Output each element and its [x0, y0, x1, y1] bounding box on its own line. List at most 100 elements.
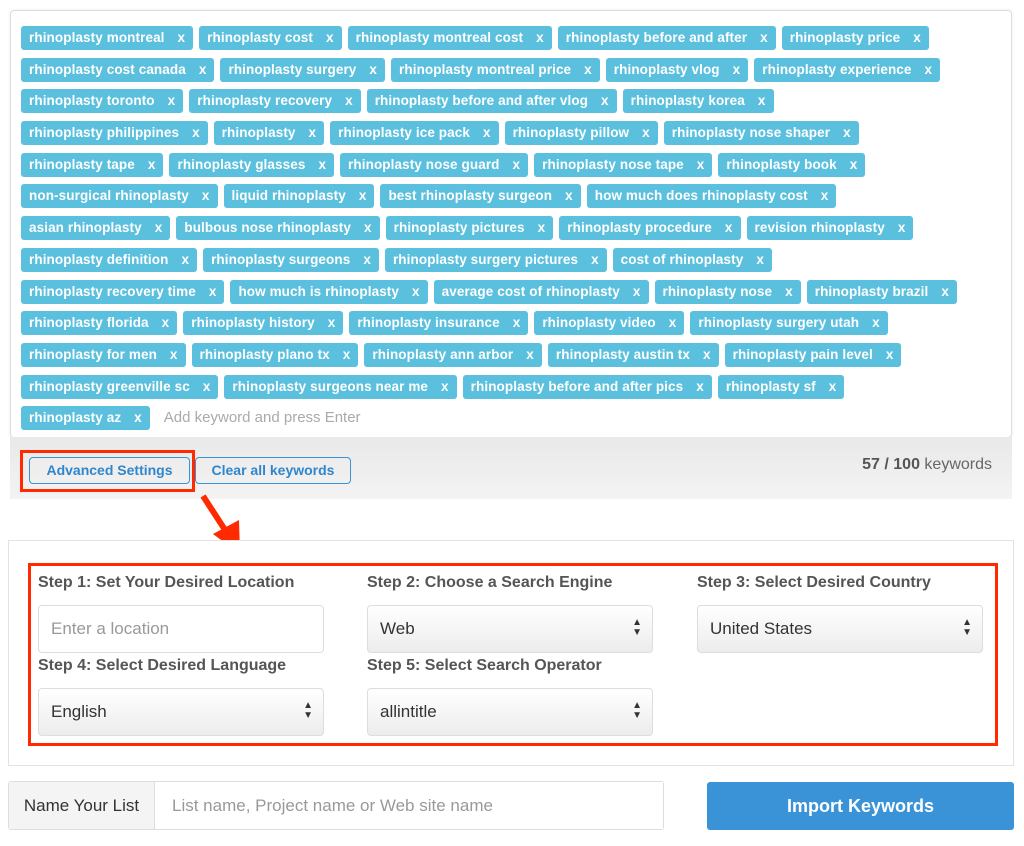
remove-keyword-icon[interactable]: x: [913, 26, 921, 50]
remove-keyword-icon[interactable]: x: [483, 121, 491, 145]
remove-keyword-icon[interactable]: x: [785, 280, 793, 304]
remove-keyword-icon[interactable]: x: [369, 58, 377, 82]
keyword-tag: rhinoplasty experience x: [754, 57, 941, 82]
remove-keyword-icon[interactable]: x: [725, 216, 733, 240]
remove-keyword-icon[interactable]: x: [696, 375, 704, 399]
remove-keyword-icon[interactable]: x: [850, 153, 858, 177]
remove-keyword-icon[interactable]: x: [363, 248, 371, 272]
remove-keyword-icon[interactable]: x: [601, 89, 609, 113]
keyword-label: rhinoplasty greenville sc: [29, 378, 190, 394]
remove-keyword-icon[interactable]: x: [941, 280, 949, 304]
remove-keyword-icon[interactable]: x: [364, 216, 372, 240]
keyword-label: rhinoplasty az: [29, 410, 122, 426]
keyword-label: rhinoplasty before and after pics: [470, 378, 684, 394]
keyword-label: rhinoplasty nose shaper: [671, 125, 831, 141]
keyword-tag: rhinoplasty definition x: [21, 247, 198, 272]
remove-keyword-icon[interactable]: x: [642, 121, 650, 145]
remove-keyword-icon[interactable]: x: [181, 248, 189, 272]
import-keywords-button[interactable]: Import Keywords: [707, 782, 1014, 830]
remove-keyword-icon[interactable]: x: [162, 311, 170, 335]
keyword-tag: rhinoplasty glasses x: [169, 152, 335, 177]
remove-keyword-icon[interactable]: x: [318, 153, 326, 177]
remove-keyword-icon[interactable]: x: [441, 375, 449, 399]
keyword-tag: rhinoplasty history x: [183, 311, 344, 336]
remove-keyword-icon[interactable]: x: [526, 343, 534, 367]
keyword-tag: rhinoplasty brazil x: [806, 279, 957, 304]
keyword-label: liquid rhinoplasty: [231, 188, 346, 204]
remove-keyword-icon[interactable]: x: [178, 26, 186, 50]
remove-keyword-icon[interactable]: x: [633, 280, 641, 304]
remove-keyword-icon[interactable]: x: [155, 216, 163, 240]
keyword-label: rhinoplasty: [221, 125, 296, 141]
keyword-row: rhinoplasty toronto x rhinoplasty recovery…: [21, 89, 1011, 121]
remove-keyword-icon[interactable]: x: [872, 311, 880, 335]
keyword-tag: rhinoplasty montreal price x: [391, 57, 600, 82]
keyword-tag: rhinoplasty montreal cost x: [347, 26, 552, 50]
remove-keyword-icon[interactable]: x: [758, 89, 766, 113]
remove-keyword-icon[interactable]: x: [925, 58, 933, 82]
remove-keyword-icon[interactable]: x: [203, 375, 211, 399]
search-operator-select[interactable]: allintitle ▲ ▼: [367, 688, 653, 736]
remove-keyword-icon[interactable]: x: [309, 121, 317, 145]
search-engine-select[interactable]: Web ▲ ▼: [367, 605, 653, 653]
keyword-label: rhinoplasty montreal price: [399, 61, 572, 77]
remove-keyword-icon[interactable]: x: [170, 343, 178, 367]
location-input[interactable]: Enter a location: [38, 605, 324, 653]
remove-keyword-icon[interactable]: x: [584, 58, 592, 82]
remove-keyword-icon[interactable]: x: [148, 153, 156, 177]
remove-keyword-icon[interactable]: x: [821, 184, 829, 208]
add-keyword-input[interactable]: Add keyword and press Enter: [164, 406, 464, 430]
keyword-tag: bulbous nose rhinoplasty x: [176, 216, 380, 241]
keyword-tag: rhinoplasty pillow x: [504, 121, 658, 146]
keyword-label: rhinoplasty cost canada: [29, 61, 186, 77]
keyword-label: rhinoplasty surgery: [228, 61, 357, 77]
remove-keyword-icon[interactable]: x: [703, 343, 711, 367]
remove-keyword-icon[interactable]: x: [343, 343, 351, 367]
clear-all-keywords-button[interactable]: Clear all keywords: [195, 457, 351, 484]
keyword-tag: rhinoplasty korea x: [622, 89, 774, 114]
step2-label: Step 2: Choose a Search Engine: [367, 574, 613, 591]
remove-keyword-icon[interactable]: x: [843, 121, 851, 145]
remove-keyword-icon[interactable]: x: [829, 375, 837, 399]
step3-label: Step 3: Select Desired Country: [697, 574, 931, 591]
remove-keyword-icon[interactable]: x: [328, 311, 336, 335]
remove-keyword-icon[interactable]: x: [199, 58, 207, 82]
remove-keyword-icon[interactable]: x: [412, 280, 420, 304]
remove-keyword-icon[interactable]: x: [565, 184, 573, 208]
keyword-label: rhinoplasty video: [542, 315, 656, 331]
remove-keyword-icon[interactable]: x: [733, 58, 741, 82]
keyword-label: rhinoplasty sf: [725, 378, 816, 394]
remove-keyword-icon[interactable]: x: [886, 343, 894, 367]
remove-keyword-icon[interactable]: x: [134, 406, 142, 430]
remove-keyword-icon[interactable]: x: [202, 184, 210, 208]
country-select[interactable]: United States ▲ ▼: [697, 605, 983, 653]
remove-keyword-icon[interactable]: x: [760, 26, 768, 50]
list-name-input[interactable]: [155, 782, 663, 829]
remove-keyword-icon[interactable]: x: [538, 216, 546, 240]
keyword-row: rhinoplasty for men x rhinoplasty plano tx…: [21, 342, 1011, 375]
remove-keyword-icon[interactable]: x: [168, 89, 176, 113]
keyword-label: rhinoplasty nose guard: [348, 156, 500, 172]
remove-keyword-icon[interactable]: x: [591, 248, 599, 272]
remove-keyword-icon[interactable]: x: [359, 184, 367, 208]
keyword-label: rhinoplasty montreal: [29, 30, 165, 45]
keyword-tag: rhinoplasty recovery x: [189, 89, 361, 114]
keyword-box[interactable]: rhinoplasty montreal x rhinoplasty cost x rh…: [10, 10, 1012, 438]
list-name-group: Name Your List: [8, 781, 664, 830]
remove-keyword-icon[interactable]: x: [513, 153, 521, 177]
remove-keyword-icon[interactable]: x: [513, 311, 521, 335]
updown-arrows-icon: ▲ ▼: [962, 617, 972, 638]
updown-arrows-icon: ▲ ▼: [303, 700, 313, 721]
remove-keyword-icon[interactable]: x: [669, 311, 677, 335]
remove-keyword-icon[interactable]: x: [345, 89, 353, 113]
remove-keyword-icon[interactable]: x: [756, 248, 764, 272]
remove-keyword-icon[interactable]: x: [697, 153, 705, 177]
remove-keyword-icon[interactable]: x: [898, 216, 906, 240]
keyword-tag: rhinoplasty sf x: [717, 374, 845, 399]
remove-keyword-icon[interactable]: x: [192, 121, 200, 145]
language-select[interactable]: English ▲ ▼: [38, 688, 324, 736]
remove-keyword-icon[interactable]: x: [209, 280, 217, 304]
remove-keyword-icon[interactable]: x: [326, 26, 334, 50]
keyword-tag: rhinoplasty surgery utah x: [690, 311, 888, 336]
remove-keyword-icon[interactable]: x: [536, 26, 544, 50]
